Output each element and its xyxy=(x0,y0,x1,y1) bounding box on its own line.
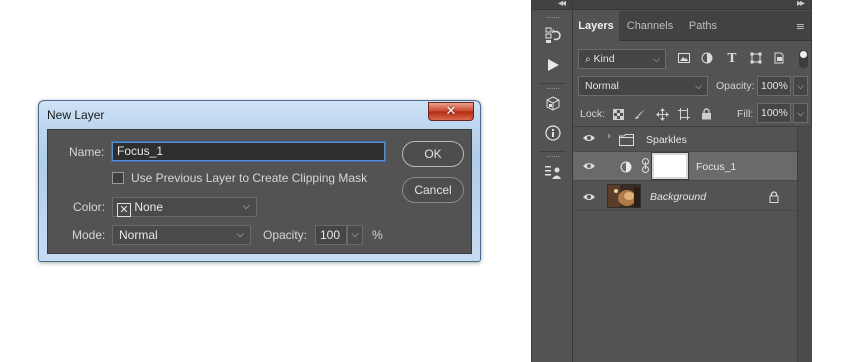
drag-grip[interactable] xyxy=(547,17,559,19)
lock-pixels-brush-icon[interactable] xyxy=(632,106,648,122)
adjustment-layer-icon xyxy=(620,160,632,178)
blend-mode-value: Normal xyxy=(585,80,619,92)
search-icon: ⌕ xyxy=(585,54,591,65)
lock-all-icon[interactable] xyxy=(698,106,714,122)
panel-icon-strip: ◂◂ xyxy=(531,0,573,362)
dialog-body: Name: Focus_1 Use Previous Layer to Crea… xyxy=(47,129,472,254)
shape-filter-icon[interactable] xyxy=(748,50,764,66)
filter-toggle[interactable] xyxy=(799,50,808,68)
right-gutter xyxy=(812,0,850,362)
clipping-mask-label: Use Previous Layer to Create Clipping Ma… xyxy=(131,171,368,185)
collapse-right-icon[interactable]: ▸▸ xyxy=(797,0,805,9)
tab-layers[interactable]: Layers xyxy=(573,11,619,41)
pixel-filter-icon[interactable] xyxy=(676,50,692,66)
layer-filter-select[interactable]: ⌕ Kind ⌵ xyxy=(578,49,666,69)
layer-row-background[interactable]: Background xyxy=(573,181,797,211)
panel-tabs: Layers Channels Paths ≡ xyxy=(573,11,811,41)
toggle-knob xyxy=(800,51,807,58)
lock-transparent-icon[interactable] xyxy=(610,106,626,122)
dialog-titlebar[interactable]: New Layer ✕ xyxy=(39,101,480,129)
clipping-mask-checkbox[interactable] xyxy=(112,172,124,184)
play-actions-icon[interactable] xyxy=(542,54,564,76)
layer-name: Focus_1 xyxy=(696,161,737,173)
layer-name: Background xyxy=(650,191,707,203)
lock-icon[interactable] xyxy=(769,190,779,208)
chevron-down-icon: ⌵ xyxy=(695,81,702,91)
chevron-down-icon: ⌵ xyxy=(236,229,244,240)
name-value: Focus_1 xyxy=(117,144,164,158)
opacity-value: 100 xyxy=(320,228,341,242)
layers-scrollbar[interactable] xyxy=(797,127,812,362)
lock-position-move-icon[interactable] xyxy=(654,106,670,122)
adjustment-filter-icon[interactable] xyxy=(699,50,715,66)
tab-channels[interactable]: Channels xyxy=(621,11,679,41)
layer-row-focus-1[interactable]: Focus_1 xyxy=(573,152,797,181)
history-icon[interactable] xyxy=(542,24,564,46)
lock-label: Lock: xyxy=(580,108,606,120)
panel-header-bar: ▸▸ xyxy=(573,0,811,10)
close-icon: ✕ xyxy=(445,104,457,119)
fill-field[interactable]: 100% xyxy=(757,103,791,123)
opacity-unit: % xyxy=(372,228,383,242)
layers-panel: ▸▸ Layers Channels Paths ≡ ⌕ Kind ⌵ T No… xyxy=(573,0,812,362)
opacity-input[interactable]: 100 xyxy=(315,225,347,245)
tab-paths[interactable]: Paths xyxy=(681,11,725,41)
blend-mode-select[interactable]: Normal ⌵ xyxy=(578,76,708,96)
strip-divider xyxy=(540,151,566,152)
visibility-eye-icon[interactable] xyxy=(582,191,596,205)
visibility-eye-icon[interactable] xyxy=(582,160,596,174)
close-button[interactable]: ✕ xyxy=(428,102,474,121)
3d-icon[interactable] xyxy=(542,93,564,115)
info-icon[interactable] xyxy=(542,122,564,144)
panel-menu-icon[interactable]: ≡ xyxy=(796,20,805,33)
chevron-down-icon: ⌵ xyxy=(351,229,359,240)
cancel-button[interactable]: Cancel xyxy=(402,177,464,203)
filter-kind-value: Kind xyxy=(593,53,615,65)
opacity-value: 100% xyxy=(761,80,788,92)
opacity-label: Opacity: xyxy=(263,228,308,242)
lock-artboard-icon[interactable] xyxy=(676,106,692,122)
chevron-right-icon[interactable]: › xyxy=(607,131,611,142)
type-filter-icon[interactable]: T xyxy=(724,50,740,66)
smart-object-filter-icon[interactable] xyxy=(771,50,787,66)
strip-divider xyxy=(540,83,566,84)
mode-select[interactable]: Normal ⌵ xyxy=(112,225,251,245)
ok-button[interactable]: OK xyxy=(402,141,464,167)
color-label: Color: xyxy=(73,200,106,214)
color-select[interactable]: ✕ None ⌵ xyxy=(112,197,257,217)
chevron-down-icon: ⌵ xyxy=(797,81,804,91)
name-input[interactable]: Focus_1 xyxy=(112,142,385,161)
chevron-down-icon: ⌵ xyxy=(242,201,250,212)
fill-value: 100% xyxy=(761,107,788,119)
folder-icon xyxy=(619,133,634,151)
mode-value: Normal xyxy=(119,228,158,242)
opacity-label: Opacity: xyxy=(716,80,755,92)
chevron-down-icon: ⌵ xyxy=(797,108,804,118)
dialog-title: New Layer xyxy=(47,108,105,122)
visibility-eye-icon[interactable] xyxy=(582,132,596,146)
layer-row-sparkles[interactable]: › Sparkles xyxy=(573,127,797,152)
color-value: None xyxy=(134,200,164,214)
mode-label: Mode: xyxy=(72,228,106,242)
opacity-field[interactable]: 100% xyxy=(757,76,791,96)
opacity-dropdown[interactable]: ⌵ xyxy=(793,76,808,96)
fill-label: Fill: xyxy=(737,108,754,120)
opacity-dropdown[interactable]: ⌵ xyxy=(347,225,363,245)
none-color-swatch-icon: ✕ xyxy=(117,203,131,217)
background-thumbnail xyxy=(607,184,641,208)
strip-header-bar: ◂◂ xyxy=(532,0,572,10)
new-layer-dialog: New Layer ✕ Name: Focus_1 Use Previous L… xyxy=(38,100,481,262)
drag-grip[interactable] xyxy=(547,156,559,158)
chevron-down-icon: ⌵ xyxy=(653,54,660,64)
drag-grip[interactable] xyxy=(547,88,559,90)
mask-link-icon[interactable] xyxy=(642,158,649,178)
name-label: Name: xyxy=(69,145,105,159)
fill-dropdown[interactable]: ⌵ xyxy=(793,103,808,123)
layer-mask-thumbnail[interactable] xyxy=(651,152,689,180)
layer-name: Sparkles xyxy=(646,134,687,146)
layer-comps-icon[interactable] xyxy=(542,161,564,183)
collapse-left-icon[interactable]: ◂◂ xyxy=(558,0,566,9)
